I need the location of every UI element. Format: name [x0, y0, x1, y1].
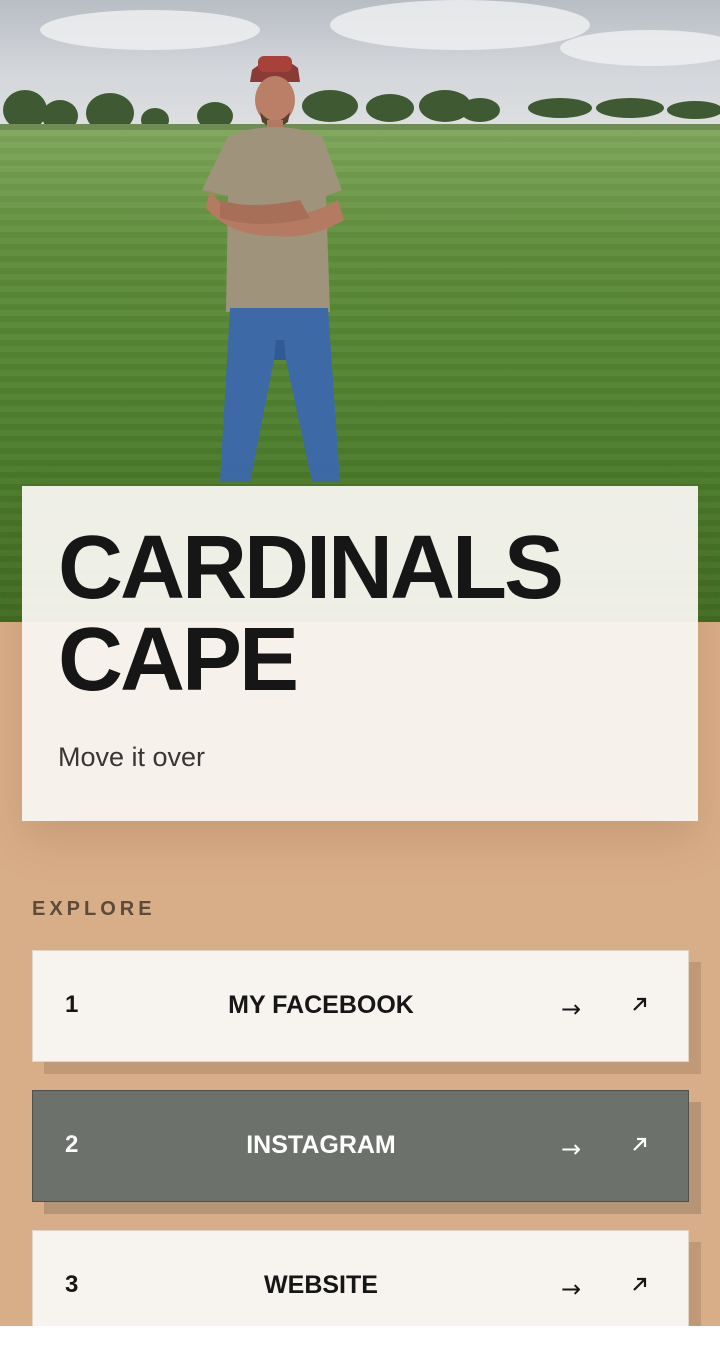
- link-button-facebook[interactable]: 1 MY FACEBOOK →: [32, 950, 689, 1062]
- link-label: INSTAGRAM: [246, 1131, 396, 1159]
- arrow-right-icon: →: [561, 995, 582, 1023]
- profile-card: CARDINALS CAPE Move it over: [22, 486, 698, 821]
- link-card-instagram[interactable]: 2 INSTAGRAM →: [32, 1090, 701, 1214]
- title-line-2: CAPE: [58, 610, 299, 710]
- link-card-website[interactable]: 3 WEBSITE →: [32, 1230, 701, 1326]
- link-label: WEBSITE: [264, 1271, 378, 1299]
- tagline: Move it over: [58, 742, 206, 772]
- external-link-icon: [633, 997, 647, 1011]
- page-background: CARDINALS CAPE Move it over EXPLORE 1 MY…: [0, 0, 720, 1326]
- title-line-1: CARDINALS: [58, 518, 564, 618]
- link-button-instagram[interactable]: 2 INSTAGRAM →: [32, 1090, 689, 1202]
- arrow-right-icon: →: [561, 1275, 582, 1303]
- external-link-icon: [633, 1277, 647, 1291]
- arrow-right-icon: →: [561, 1135, 582, 1163]
- external-link-icon: [633, 1137, 647, 1151]
- page-title: CARDINALS CAPE: [58, 522, 678, 706]
- explore-heading: EXPLORE: [32, 898, 156, 920]
- link-card-facebook[interactable]: 1 MY FACEBOOK →: [32, 950, 701, 1074]
- person-photo: [202, 56, 344, 482]
- link-button-website[interactable]: 3 WEBSITE →: [32, 1230, 689, 1326]
- link-label: MY FACEBOOK: [228, 991, 414, 1019]
